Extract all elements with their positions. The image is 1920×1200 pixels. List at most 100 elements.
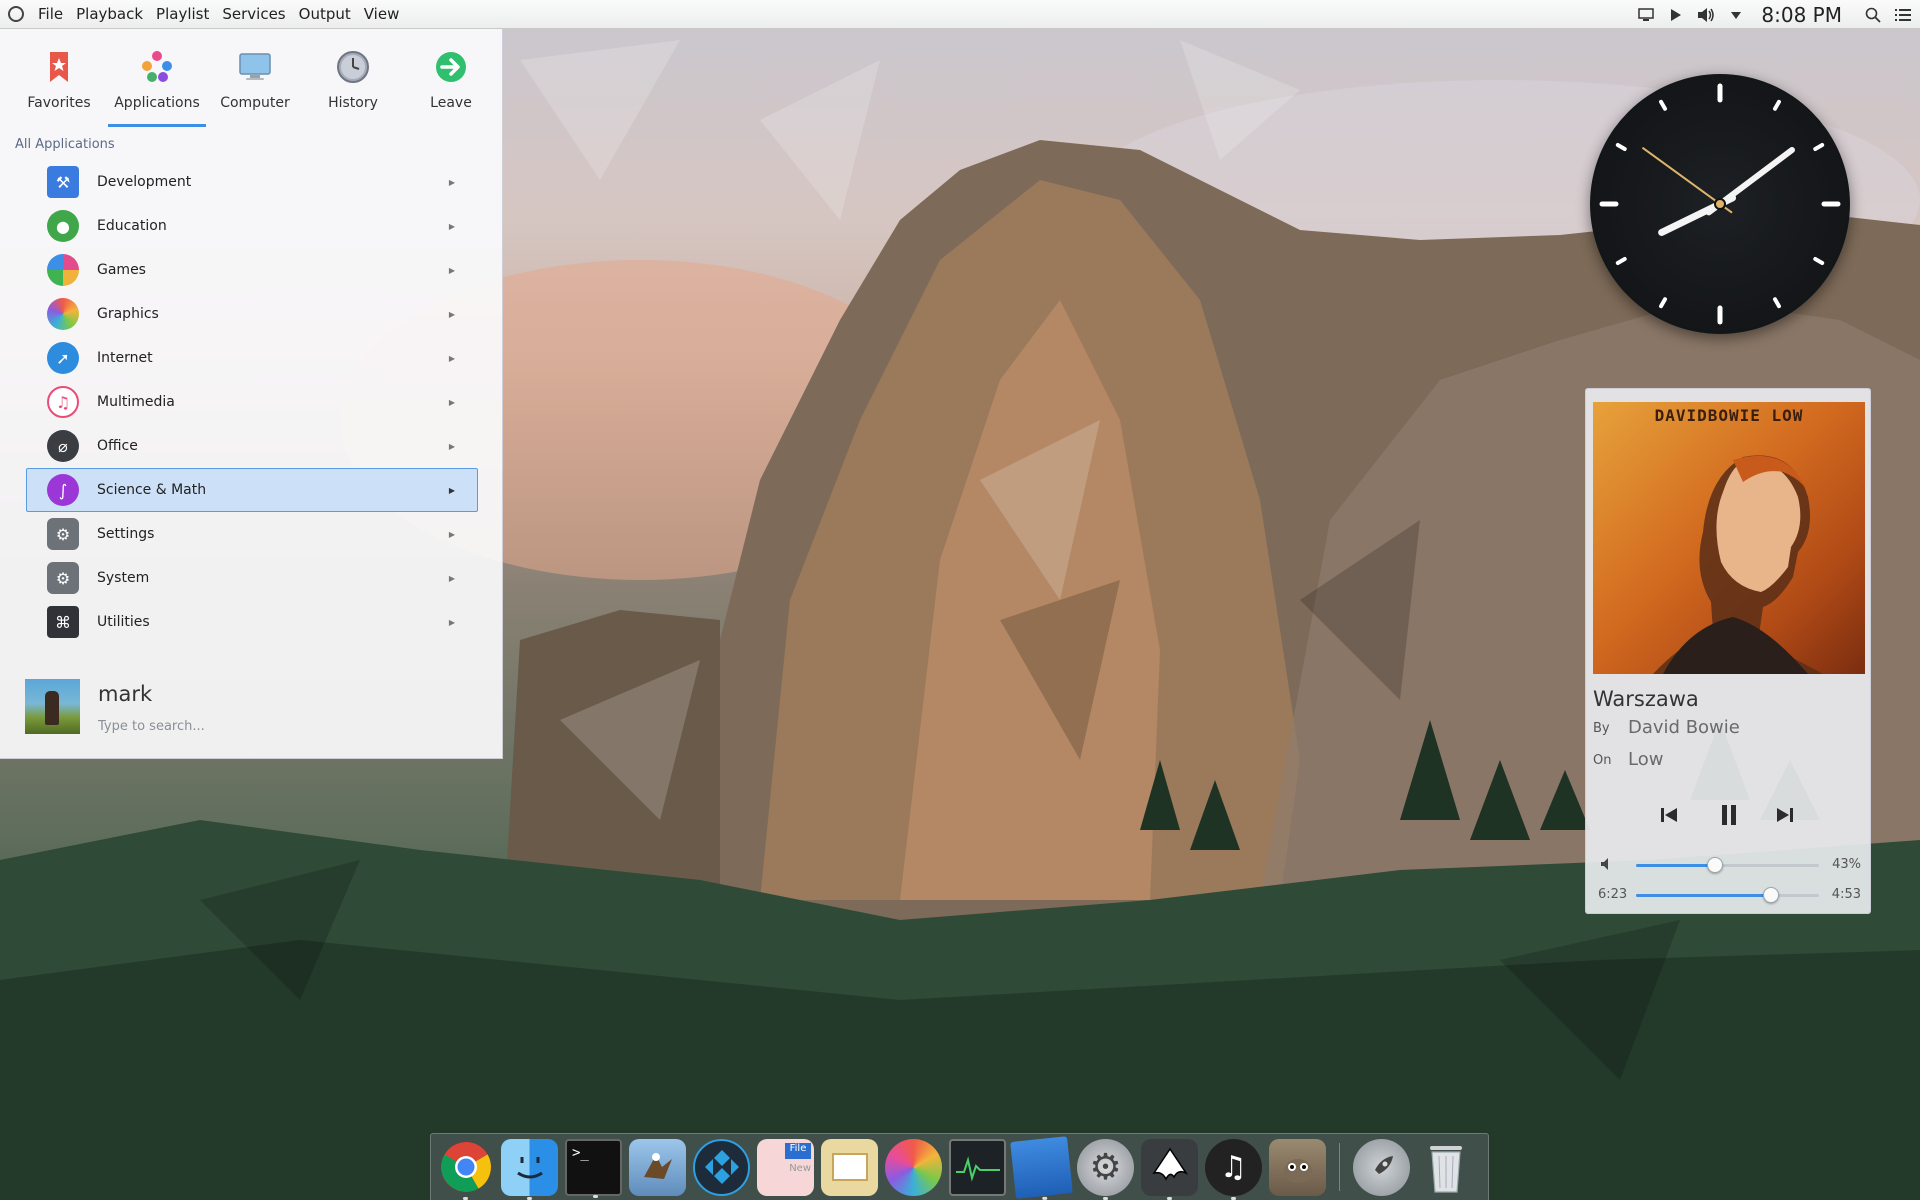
kodi-icon[interactable]	[693, 1138, 750, 1196]
album-name: Low	[1628, 749, 1664, 770]
artist-row: By David Bowie	[1593, 717, 1740, 738]
menu-playback[interactable]: Playback	[72, 5, 147, 23]
volume-percent: 43%	[1832, 857, 1861, 872]
launcher-tabs: Favorites Applications Computer History …	[10, 47, 500, 127]
volume-slider-handle[interactable]	[1706, 857, 1723, 873]
search-icon[interactable]	[1864, 6, 1882, 24]
trash-icon[interactable]	[1417, 1139, 1474, 1196]
tab-label: Leave	[430, 95, 472, 111]
tab-label: Applications	[114, 95, 200, 111]
list-icon[interactable]	[1894, 6, 1912, 24]
category-science-math[interactable]: ∫ Science & Math ▶	[26, 468, 478, 512]
track-title: Warszawa	[1593, 687, 1699, 711]
photos-icon[interactable]	[885, 1138, 942, 1196]
chrome-icon[interactable]	[437, 1139, 494, 1200]
music-player-icon[interactable]: ♫	[1205, 1138, 1262, 1200]
submenu-arrow-icon: ▶	[448, 617, 455, 627]
submenu-arrow-icon: ▶	[448, 485, 455, 495]
gimp-icon[interactable]	[1269, 1138, 1326, 1196]
volume-row: 43%	[1586, 855, 1872, 875]
clock-tick	[1773, 297, 1781, 309]
category-multimedia[interactable]: ♫ Multimedia ▶	[26, 380, 478, 424]
photos-flower-icon	[47, 298, 79, 330]
submenu-arrow-icon: ▶	[448, 529, 455, 539]
dropdown-arrow-icon[interactable]	[1727, 6, 1745, 24]
volume-icon[interactable]	[1697, 6, 1715, 24]
text-editor-icon[interactable]	[1010, 1135, 1073, 1200]
system-gear-icon: ⚙	[47, 562, 79, 594]
category-label: Science & Math	[97, 482, 207, 498]
category-label: Utilities	[97, 614, 150, 630]
paperclip-icon: ⌀	[47, 430, 79, 462]
search-input[interactable]: Type to search...	[98, 719, 205, 734]
top-menubar: File Playback Playlist Services Output V…	[0, 0, 1920, 29]
category-utilities[interactable]: ⌘ Utilities ▶	[26, 600, 478, 644]
category-system[interactable]: ⚙ System ▶	[26, 556, 478, 600]
tab-favorites[interactable]: Favorites	[10, 47, 108, 127]
file-manager-icon[interactable]: File New	[757, 1138, 814, 1196]
album-row: On Low	[1593, 749, 1663, 770]
clock-tick	[1615, 143, 1627, 151]
artist-name: David Bowie	[1628, 717, 1740, 738]
system-preferences-icon[interactable]: ⚙	[1077, 1138, 1134, 1200]
menu-playlist[interactable]: Playlist	[152, 5, 213, 23]
category-settings[interactable]: ⚙ Settings ▶	[26, 512, 478, 556]
tab-history[interactable]: History	[304, 47, 402, 127]
on-label: On	[1593, 753, 1612, 768]
preview-icon[interactable]	[821, 1138, 878, 1196]
seek-slider-handle[interactable]	[1763, 887, 1780, 903]
compass-icon: ➚	[47, 342, 79, 374]
activity-monitor-icon[interactable]	[949, 1138, 1006, 1196]
category-label: Graphics	[97, 306, 159, 322]
avatar[interactable]	[25, 679, 80, 734]
tab-label: Favorites	[27, 95, 91, 111]
system-tray: 8:08 PM	[1637, 0, 1912, 29]
clock-time[interactable]: 8:08 PM	[1761, 3, 1842, 27]
category-games[interactable]: Games ▶	[26, 248, 478, 292]
menu-services[interactable]: Services	[218, 5, 289, 23]
tab-computer[interactable]: Computer	[206, 47, 304, 127]
dna-icon: ∫	[47, 474, 79, 506]
menu-file[interactable]: File	[34, 5, 67, 23]
submenu-arrow-icon: ▶	[448, 573, 455, 583]
volume-slider-fill	[1636, 864, 1715, 867]
menu-output[interactable]: Output	[295, 5, 355, 23]
monitor-icon	[239, 53, 271, 80]
category-development[interactable]: ⚒ Development ▶	[26, 160, 478, 204]
apple-icon: ●	[47, 210, 79, 242]
finder-icon[interactable]	[501, 1138, 558, 1200]
inkscape-icon[interactable]	[1141, 1138, 1198, 1200]
tab-label: History	[328, 95, 378, 111]
clock-tick	[1773, 99, 1781, 111]
display-icon[interactable]	[1637, 6, 1655, 24]
clock-icon	[337, 51, 369, 83]
user-name: mark	[98, 682, 153, 706]
menu-view[interactable]: View	[360, 5, 404, 23]
category-graphics[interactable]: Graphics ▶	[26, 292, 478, 336]
previous-track-button[interactable]	[1656, 802, 1682, 828]
seek-slider[interactable]	[1636, 887, 1819, 903]
by-label: By	[1593, 721, 1610, 736]
launcher-menu-icon[interactable]	[8, 6, 24, 22]
volume-slider[interactable]	[1636, 857, 1819, 873]
play-icon[interactable]	[1667, 6, 1685, 24]
category-office[interactable]: ⌀ Office ▶	[26, 424, 478, 468]
tab-leave[interactable]: Leave	[402, 47, 500, 127]
category-education[interactable]: ● Education ▶	[26, 204, 478, 248]
apps-dots-icon	[142, 51, 172, 82]
volume-icon	[1600, 857, 1614, 875]
music-note-icon: ♫	[47, 386, 79, 418]
media-player-widget: DAVIDBOWIE LOW Warszawa By David Bowie O…	[1585, 388, 1871, 914]
tab-applications[interactable]: Applications	[108, 47, 206, 127]
submenu-arrow-icon: ▶	[448, 221, 455, 231]
analog-clock-widget[interactable]	[1590, 74, 1850, 334]
development-icon: ⚒	[47, 166, 79, 198]
mail-eagle-icon[interactable]	[629, 1138, 686, 1196]
progress-row: 6:23 4:53	[1586, 885, 1872, 905]
category-internet[interactable]: ➚ Internet ▶	[26, 336, 478, 380]
terminal-icon[interactable]: >_	[565, 1138, 622, 1198]
pause-button[interactable]	[1716, 802, 1742, 828]
launchpad-rocket-icon[interactable]	[1353, 1138, 1410, 1196]
next-track-button[interactable]	[1772, 802, 1798, 828]
arrow-right-circle-icon	[436, 52, 466, 82]
